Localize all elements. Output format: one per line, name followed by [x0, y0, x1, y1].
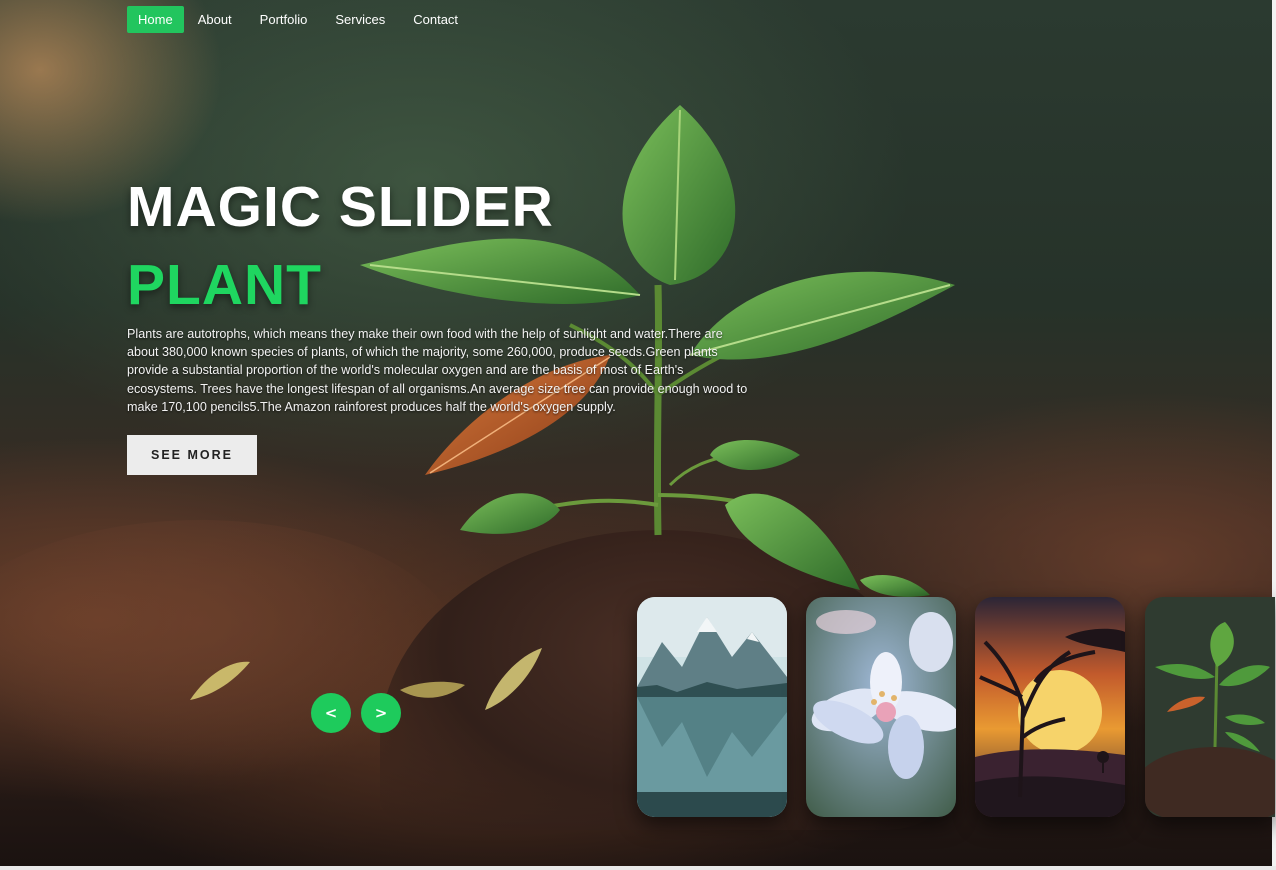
thumbnail-flower[interactable] — [806, 597, 956, 817]
nav-contact[interactable]: Contact — [399, 6, 472, 33]
nav-about[interactable]: About — [184, 6, 246, 33]
thumbnail-mountain-lake[interactable] — [637, 597, 787, 817]
next-slide-button[interactable]: > — [361, 693, 401, 733]
main-nav: Home About Portfolio Services Contact — [127, 6, 472, 33]
nav-home[interactable]: Home — [127, 6, 184, 33]
nav-services[interactable]: Services — [321, 6, 399, 33]
thumbnail-sunset-tree[interactable] — [975, 597, 1125, 817]
mountain-lake-image — [637, 597, 787, 817]
plant-sprout-image — [1145, 597, 1275, 817]
hero-subtitle: PLANT — [127, 253, 322, 317]
flower-image — [806, 597, 956, 817]
page-edge-bottom — [0, 866, 1276, 870]
sunset-tree-image — [975, 597, 1125, 817]
nav-portfolio[interactable]: Portfolio — [246, 6, 322, 33]
hero-title: MAGIC SLIDER — [127, 175, 554, 239]
thumbnail-plant-sprout[interactable] — [1145, 597, 1275, 817]
hero-description: Plants are autotrophs, which means they … — [127, 327, 748, 414]
prev-slide-button[interactable]: < — [311, 693, 351, 733]
see-more-button[interactable]: SEE MORE — [127, 435, 257, 475]
